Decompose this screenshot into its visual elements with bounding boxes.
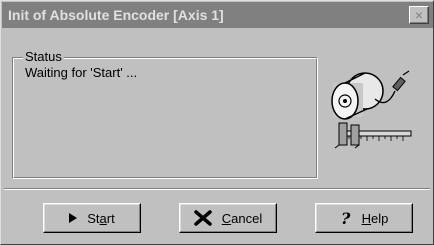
- question-mark-icon: ?: [340, 210, 352, 226]
- close-button[interactable]: ×: [409, 6, 429, 24]
- cancel-button[interactable]: Cancel: [179, 203, 277, 233]
- window-title: Init of Absolute Encoder [Axis 1]: [8, 7, 224, 23]
- x-mark-icon: [194, 210, 212, 226]
- cancel-button-label: Cancel: [221, 210, 263, 226]
- encoder-caliper-icon: [331, 70, 412, 149]
- start-button[interactable]: Start: [43, 203, 141, 233]
- title-bar[interactable]: Init of Absolute Encoder [Axis 1] ×: [2, 2, 433, 28]
- svg-text:?: ?: [341, 210, 351, 226]
- help-button-label: Help: [361, 210, 389, 226]
- start-button-label: Start: [87, 210, 115, 226]
- close-icon: ×: [414, 7, 424, 23]
- encoder-init-dialog: Init of Absolute Encoder [Axis 1] × Stat…: [0, 0, 434, 245]
- status-legend: Status: [23, 49, 64, 64]
- status-message: Waiting for 'Start' ...: [25, 65, 138, 80]
- help-button[interactable]: ? Help: [315, 203, 413, 233]
- play-triangle-icon: [69, 213, 78, 223]
- divider-line: [4, 188, 430, 190]
